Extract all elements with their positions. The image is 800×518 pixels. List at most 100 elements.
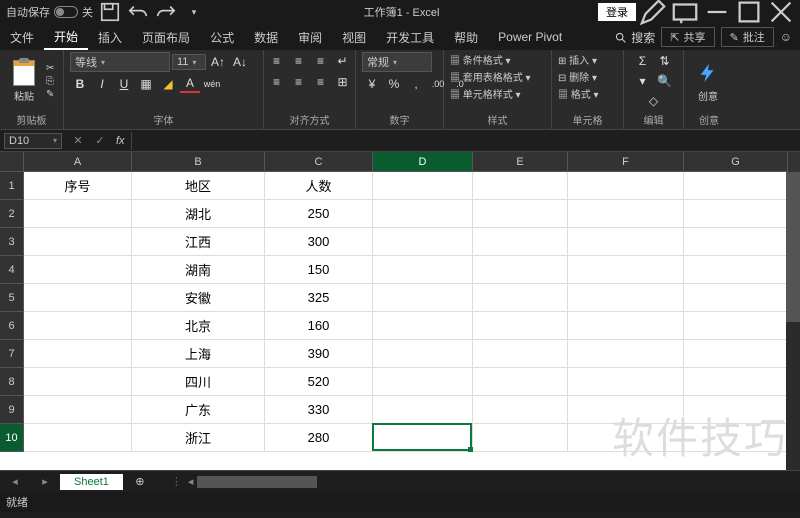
fill-icon[interactable]: ▾ (633, 72, 653, 90)
cell-F3[interactable] (568, 228, 684, 256)
ideas-button[interactable]: 创意 (690, 53, 726, 109)
cell-E9[interactable] (473, 396, 568, 424)
cell-C6[interactable]: 160 (265, 312, 373, 340)
cell-A9[interactable] (24, 396, 132, 424)
cell-B6[interactable]: 北京 (132, 312, 265, 340)
horizontal-scroll-thumb[interactable] (197, 476, 317, 488)
increase-font-icon[interactable]: A↑ (208, 53, 228, 71)
cell-E4[interactable] (473, 256, 568, 284)
tab-公式[interactable]: 公式 (200, 24, 244, 50)
clear-icon[interactable]: ◇ (644, 92, 664, 110)
cell-C1[interactable]: 人数 (265, 172, 373, 200)
qat-dropdown-icon[interactable]: ▾ (183, 1, 205, 23)
cell-A6[interactable] (24, 312, 132, 340)
close-icon[interactable] (766, 1, 796, 23)
cell-C10[interactable]: 280 (265, 424, 373, 452)
cell-A7[interactable] (24, 340, 132, 368)
cell-styles-button[interactable]: ▦ 单元格样式 ▾ (450, 86, 521, 101)
cell-D8[interactable] (373, 368, 473, 396)
cell-F2[interactable] (568, 200, 684, 228)
cell-G5[interactable] (684, 284, 788, 312)
fx-icon[interactable]: fx (116, 135, 125, 147)
vertical-scroll-thumb[interactable] (786, 172, 800, 322)
cell-G3[interactable] (684, 228, 788, 256)
underline-button[interactable]: U (114, 75, 134, 93)
search-icon[interactable]: 搜索 (614, 29, 655, 46)
cell-G6[interactable] (684, 312, 788, 340)
cell-D4[interactable] (373, 256, 473, 284)
font-name-combo[interactable]: 等线▾ (70, 52, 170, 72)
tab-审阅[interactable]: 审阅 (288, 24, 332, 50)
row-header-5[interactable]: 5 (0, 284, 24, 312)
cell-G4[interactable] (684, 256, 788, 284)
cell-F10[interactable] (568, 424, 684, 452)
add-sheet-button[interactable]: ⊕ (129, 473, 151, 491)
tab-开发工具[interactable]: 开发工具 (376, 24, 444, 50)
cell-G1[interactable] (684, 172, 788, 200)
formula-input[interactable] (131, 132, 800, 150)
maximize-icon[interactable] (734, 1, 764, 23)
cell-C7[interactable]: 390 (265, 340, 373, 368)
format-cells-button[interactable]: ▦ 格式 ▾ (558, 86, 599, 101)
undo-icon[interactable] (127, 1, 149, 23)
number-format-combo[interactable]: 常规▾ (362, 52, 432, 72)
currency-icon[interactable]: ¥ (362, 75, 382, 93)
tab-视图[interactable]: 视图 (332, 24, 376, 50)
cell-E10[interactable] (473, 424, 568, 452)
column-header-E[interactable]: E (473, 152, 568, 172)
name-box[interactable]: D10▾ (4, 133, 62, 149)
cell-E1[interactable] (473, 172, 568, 200)
enter-formula-icon[interactable]: ✓ (90, 132, 110, 150)
cell-C3[interactable]: 300 (265, 228, 373, 256)
cell-A8[interactable] (24, 368, 132, 396)
decrease-font-icon[interactable]: A↓ (230, 53, 250, 71)
cell-B4[interactable]: 湖南 (132, 256, 265, 284)
border-button[interactable]: ▦ (136, 75, 156, 93)
copy-icon[interactable]: ⎘ (46, 76, 54, 87)
font-size-combo[interactable]: 11▾ (172, 54, 206, 70)
cell-D1[interactable] (373, 172, 473, 200)
tab-文件[interactable]: 文件 (0, 24, 44, 50)
cell-E5[interactable] (473, 284, 568, 312)
vertical-scrollbar[interactable] (786, 172, 800, 470)
column-header-F[interactable]: F (568, 152, 684, 172)
row-header-3[interactable]: 3 (0, 228, 24, 256)
cell-F5[interactable] (568, 284, 684, 312)
paste-button[interactable]: 粘贴 (6, 53, 42, 109)
row-header-2[interactable]: 2 (0, 200, 24, 228)
cut-icon[interactable]: ✂ (46, 63, 54, 74)
tab-Power Pivot[interactable]: Power Pivot (488, 24, 572, 50)
column-header-A[interactable]: A (24, 152, 132, 172)
comment-button[interactable]: ✎ 批注 (721, 27, 774, 47)
redo-icon[interactable] (155, 1, 177, 23)
align-bottom-icon[interactable]: ≡ (311, 52, 331, 70)
cell-G7[interactable] (684, 340, 788, 368)
cell-F4[interactable] (568, 256, 684, 284)
cell-A1[interactable]: 序号 (24, 172, 132, 200)
phonetic-button[interactable]: wén (202, 75, 222, 93)
cell-E7[interactable] (473, 340, 568, 368)
cell-A5[interactable] (24, 284, 132, 312)
find-icon[interactable]: 🔍 (655, 72, 675, 90)
tab-开始[interactable]: 开始 (44, 24, 88, 50)
cell-E6[interactable] (473, 312, 568, 340)
align-left-icon[interactable]: ≡ (267, 73, 287, 91)
horizontal-scroll-left-icon[interactable]: ◂ (188, 475, 194, 488)
autosave-toggle[interactable]: 自动保存 关 (6, 4, 93, 20)
cell-B5[interactable]: 安徽 (132, 284, 265, 312)
share-button[interactable]: ⇱ 共享 (661, 27, 714, 47)
table-format-button[interactable]: ▦ 套用表格格式 ▾ (450, 69, 531, 84)
cell-B7[interactable]: 上海 (132, 340, 265, 368)
row-header-4[interactable]: 4 (0, 256, 24, 284)
row-header-7[interactable]: 7 (0, 340, 24, 368)
wrap-text-icon[interactable]: ↵ (333, 52, 353, 70)
cell-D2[interactable] (373, 200, 473, 228)
cell-D10[interactable] (373, 424, 473, 452)
column-header-C[interactable]: C (265, 152, 373, 172)
italic-button[interactable]: I (92, 75, 112, 93)
cell-E2[interactable] (473, 200, 568, 228)
sort-icon[interactable]: ⇅ (655, 52, 675, 70)
cancel-formula-icon[interactable]: ✕ (68, 132, 88, 150)
delete-cells-button[interactable]: ⊟ 删除 ▾ (558, 69, 597, 84)
cell-E3[interactable] (473, 228, 568, 256)
